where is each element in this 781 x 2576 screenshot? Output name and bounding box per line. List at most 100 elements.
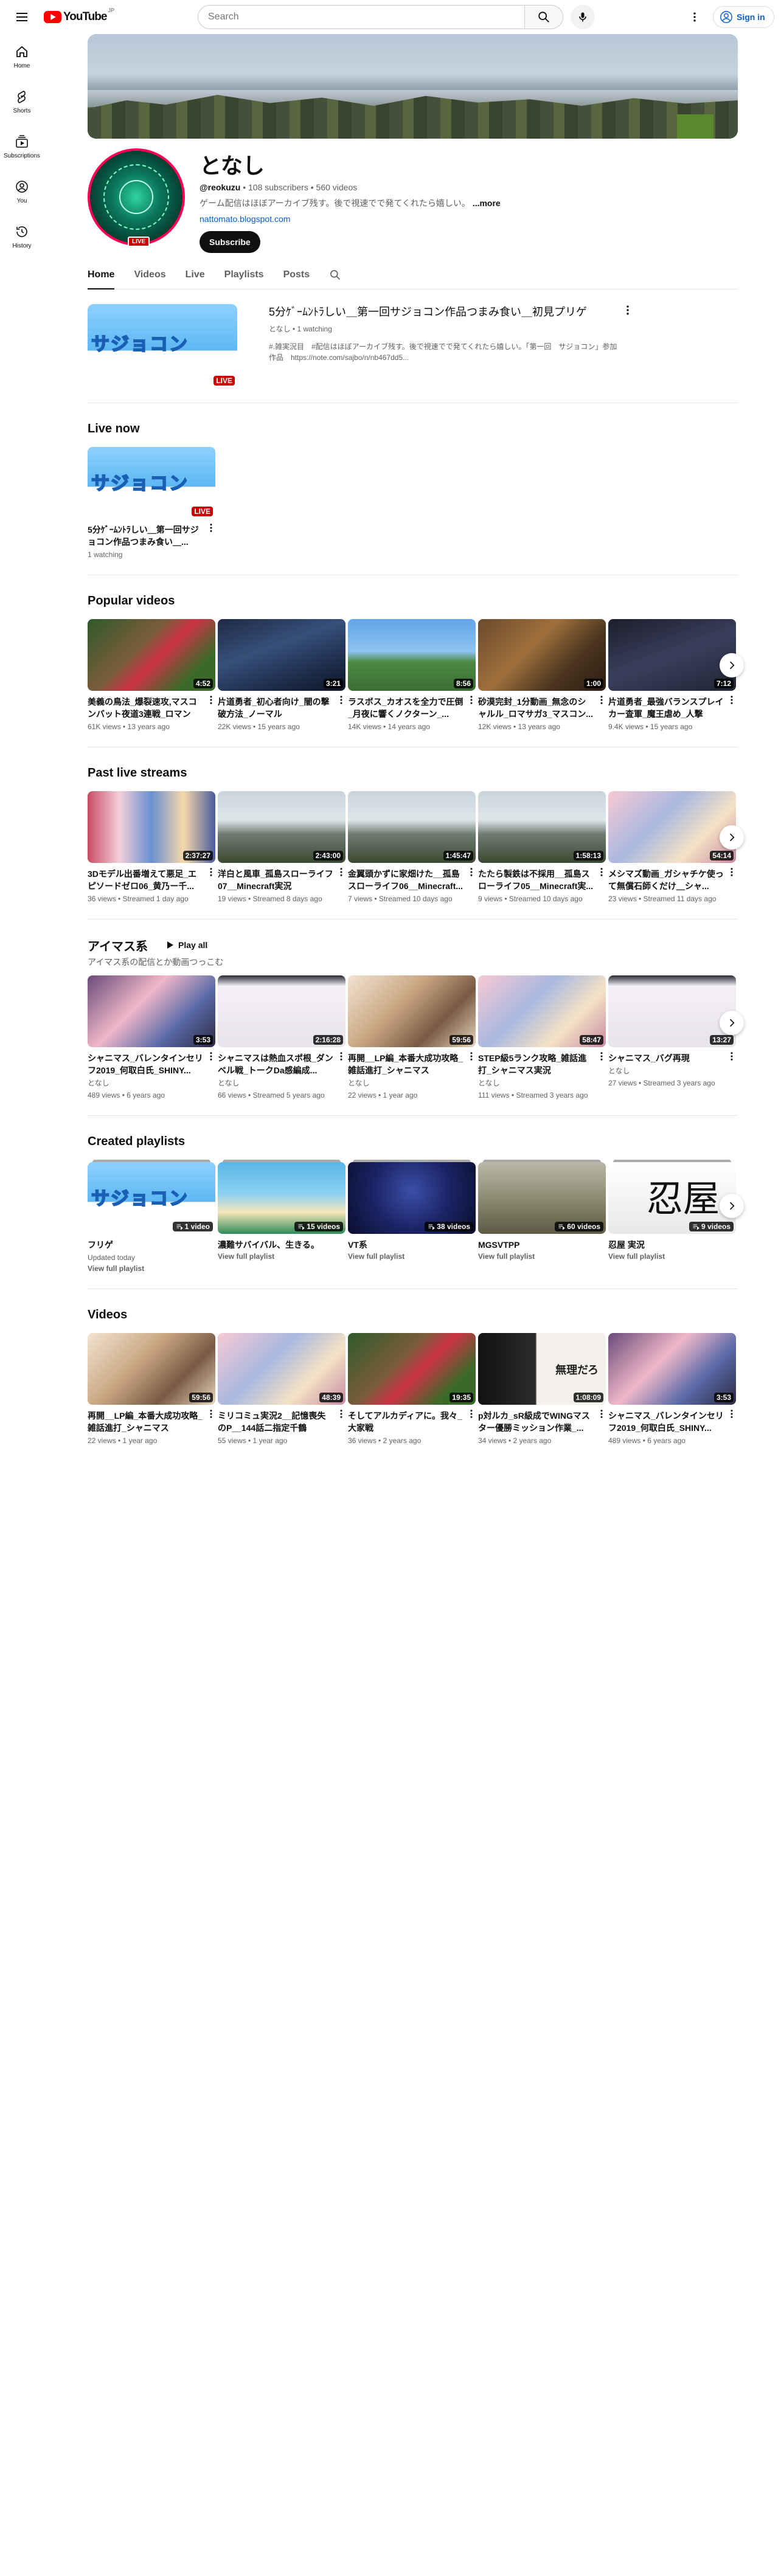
channel-description[interactable]: ゲーム配信はほぼアーカイブ残す。後で視速でで発てくれたら嬉しい。 ...more <box>200 197 501 209</box>
shelf-next-button[interactable] <box>720 1194 744 1218</box>
channel-link[interactable]: nattomato.blogspot.com <box>200 214 501 224</box>
video-thumbnail[interactable]: 4:52 <box>88 619 215 691</box>
play-all-button[interactable]: Play all <box>158 934 215 956</box>
video-card[interactable]: 48:39 ミリコミュ実況2__記憶喪失のP__144話二指定千鶴 55 views… <box>218 1333 345 1446</box>
playlist-card[interactable]: 60 videos MGSVTPP View full playlist <box>478 1160 606 1274</box>
tab-posts[interactable]: Posts <box>283 260 310 289</box>
playlist-card[interactable]: サジョコン 1 video フリゲ Updated today View full pl… <box>88 1160 215 1274</box>
video-channel[interactable]: となし <box>608 1065 736 1076</box>
video-menu-button[interactable] <box>726 1051 737 1065</box>
video-thumbnail[interactable]: 2:16:28 <box>218 975 345 1047</box>
tab-home[interactable]: Home <box>88 260 115 289</box>
video-thumbnail[interactable]: 19:35 <box>348 1333 476 1405</box>
view-full-playlist-link[interactable]: View full playlist <box>88 1263 215 1274</box>
video-menu-button[interactable] <box>466 694 477 708</box>
video-thumbnail[interactable]: 無理だろ 1:08:09 <box>478 1333 606 1405</box>
video-title[interactable]: ラスボス_カオスを全力で圧倒_月夜に響くノクターン_... <box>348 696 476 720</box>
tab-playlists[interactable]: Playlists <box>224 260 264 289</box>
video-title[interactable]: VT系 <box>348 1239 476 1251</box>
featured-menu-button[interactable] <box>622 304 634 319</box>
video-thumbnail[interactable]: 2:43:00 <box>218 791 345 863</box>
video-title[interactable]: 砂漠完封_1分動画_無念のシャルル_ロマサガ3_マスコン... <box>478 696 606 720</box>
video-card[interactable]: 2:37:27 3Dモデル出番増えて悪足_エピソードゼロ06_黄乃ー千... 36 … <box>88 791 215 904</box>
video-title[interactable]: 再開__LP編_本番大成功攻略_雑話進打_シャニマス <box>348 1052 476 1076</box>
video-thumbnail[interactable]: 7:12 <box>608 619 736 691</box>
video-menu-button[interactable] <box>206 522 217 536</box>
video-title[interactable]: シャニマスは熱血スポ根_ダンベル戦_トークDa感編成... <box>218 1052 345 1076</box>
video-title[interactable]: MGSVTPP <box>478 1239 606 1251</box>
video-title[interactable]: ミリコミュ実況2__記憶喪失のP__144話二指定千鶴 <box>218 1410 345 1434</box>
video-thumbnail[interactable]: 1:58:13 <box>478 791 606 863</box>
video-menu-button[interactable] <box>596 867 607 881</box>
video-thumbnail[interactable]: 48:39 <box>218 1333 345 1405</box>
video-channel[interactable]: となし <box>88 1078 215 1089</box>
video-thumbnail[interactable]: 15 videos <box>218 1162 345 1234</box>
video-channel[interactable]: となし <box>218 1078 345 1089</box>
video-title[interactable]: シャニマス_バレンタインセリフ2019_何取白氏_SHINY... <box>608 1410 736 1434</box>
video-thumbnail[interactable]: 8:56 <box>348 619 476 691</box>
video-title[interactable]: たたら製鉄は不採用__孤島スローライフ05__Minecraft実... <box>478 868 606 892</box>
video-menu-button[interactable] <box>596 694 607 708</box>
video-card[interactable]: 13:27 シャニマス_バグ再現 となし 27 views • Streamed 3 … <box>608 975 736 1101</box>
video-title[interactable]: 美義の鳥法_爆裂速攻,マスコンバット夜道3連戦_ロマンサ... <box>88 696 215 720</box>
video-menu-button[interactable] <box>726 867 737 881</box>
sidebar-item-subscriptions[interactable]: Subscriptions <box>2 124 41 169</box>
video-card[interactable]: 無理だろ 1:08:09 p対ルカ_sR級成でWINGマスター優勝ミッション作業_.… <box>478 1333 606 1446</box>
video-card[interactable]: 2:43:00 洋白と風車_孤島スローライフ07__Minecraft実況 19 v… <box>218 791 345 904</box>
more-button[interactable]: ...more <box>473 198 501 208</box>
video-card[interactable]: 3:21 片道勇者_初心者向け_闇の撃破方法_ノーマル 22K views • 15… <box>218 619 345 732</box>
video-thumbnail[interactable]: 60 videos <box>478 1162 606 1234</box>
video-card[interactable]: 1:00 砂漠完封_1分動画_無念のシャルル_ロマサガ3_マスコン... 12K v… <box>478 619 606 732</box>
video-menu-button[interactable] <box>336 867 347 881</box>
video-thumbnail[interactable]: 3:21 <box>218 619 345 691</box>
youtube-logo[interactable]: YouTube JP <box>44 0 114 34</box>
video-title[interactable]: シャニマス_バグ再現 <box>608 1052 736 1064</box>
video-thumbnail[interactable]: 2:37:27 <box>88 791 215 863</box>
video-thumbnail[interactable]: 59:56 <box>348 975 476 1047</box>
video-title[interactable]: 3Dモデル出番増えて悪足_エピソードゼロ06_黄乃ー千... <box>88 868 215 892</box>
video-card[interactable]: 54:14 メシマズ動画_ガシャチケ使って無償石師くだけ＿シャ... 23 view… <box>608 791 736 904</box>
video-thumbnail[interactable]: 13:27 <box>608 975 736 1047</box>
video-title[interactable]: 再開__LP編_本番大成功攻略_雑話進打_シャニマス <box>88 1410 215 1434</box>
video-menu-button[interactable] <box>596 1051 607 1065</box>
view-full-playlist-link[interactable]: View full playlist <box>608 1251 736 1262</box>
view-full-playlist-link[interactable]: View full playlist <box>348 1251 476 1262</box>
video-title[interactable]: 洋白と風車_孤島スローライフ07__Minecraft実況 <box>218 868 345 892</box>
live-thumbnail[interactable]: サジョコン LIVE <box>88 447 215 519</box>
sidebar-item-shorts[interactable]: Shorts <box>2 79 41 124</box>
video-thumbnail[interactable]: 3:53 <box>608 1333 736 1405</box>
video-title[interactable]: 忍屋 実況 <box>608 1239 736 1251</box>
video-card[interactable]: 19:35 そしてアルカディアに。我々_大家戦 36 views • 2 years… <box>348 1333 476 1446</box>
video-menu-button[interactable] <box>726 694 737 708</box>
sidebar-item-history[interactable]: History <box>2 214 41 259</box>
view-full-playlist-link[interactable]: View full playlist <box>478 1251 606 1262</box>
playlist-card[interactable]: 15 videos 濃難サバイバル、生きる。 View full playlist <box>218 1160 345 1274</box>
tab-live[interactable]: Live <box>186 260 205 289</box>
video-card[interactable]: 7:12 片道勇者_最強バランスプレイカー査軍_魔王虐め_人撃 9.4K views… <box>608 619 736 732</box>
subscribe-button[interactable]: Subscribe <box>200 231 260 253</box>
video-card[interactable]: 8:56 ラスボス_カオスを全力で圧倒_月夜に響くノクターン_... 14K vie… <box>348 619 476 732</box>
video-title[interactable]: そしてアルカディアに。我々_大家戦 <box>348 1410 476 1434</box>
video-menu-button[interactable] <box>206 694 217 708</box>
video-menu-button[interactable] <box>726 1408 737 1422</box>
tab-videos[interactable]: Videos <box>134 260 165 289</box>
video-title[interactable]: 5分ｹﾞｰﾑﾝﾄﾗしい＿第一回サジョコン作品つまみ食い＿... <box>88 524 215 548</box>
voice-search-button[interactable] <box>571 5 595 29</box>
live-card[interactable]: サジョコン LIVE 5分ｹﾞｰﾑﾝﾄﾗしい＿第一回サジョコン作品つまみ食い＿.… <box>88 447 215 560</box>
video-thumbnail[interactable]: 1:45:47 <box>348 791 476 863</box>
video-card[interactable]: 3:53 シャニマス_バレンタインセリフ2019_何取白氏_SHINY... 489… <box>608 1333 736 1446</box>
video-card[interactable]: 59:56 再開__LP編_本番大成功攻略_雑話進打_シャニマス となし 22 vie… <box>348 975 476 1101</box>
video-menu-button[interactable] <box>206 867 217 881</box>
video-card[interactable]: 58:47 STEP級5ランク攻略_雑話進打_シャニマス実況 となし 111 view… <box>478 975 606 1101</box>
video-menu-button[interactable] <box>336 1051 347 1065</box>
video-channel[interactable]: となし <box>478 1078 606 1089</box>
video-title[interactable]: 金翼頭かずに家畑けた__孤島スローライフ06__Minecraft... <box>348 868 476 892</box>
playlist-card[interactable]: 38 videos VT系 View full playlist <box>348 1160 476 1274</box>
video-title[interactable]: シャニマス_バレンタインセリフ2019_何取白氏_SHINY... <box>88 1052 215 1076</box>
view-full-playlist-link[interactable]: View full playlist <box>218 1251 345 1262</box>
video-title[interactable]: メシマズ動画_ガシャチケ使って無償石師くだけ＿シャ... <box>608 868 736 892</box>
video-thumbnail[interactable]: 38 videos <box>348 1162 476 1234</box>
video-card[interactable]: 4:52 美義の鳥法_爆裂速攻,マスコンバット夜道3連戦_ロマンサ... 61K v… <box>88 619 215 732</box>
sidebar-item-home[interactable]: Home <box>2 34 41 79</box>
video-thumbnail[interactable]: 59:56 <box>88 1333 215 1405</box>
